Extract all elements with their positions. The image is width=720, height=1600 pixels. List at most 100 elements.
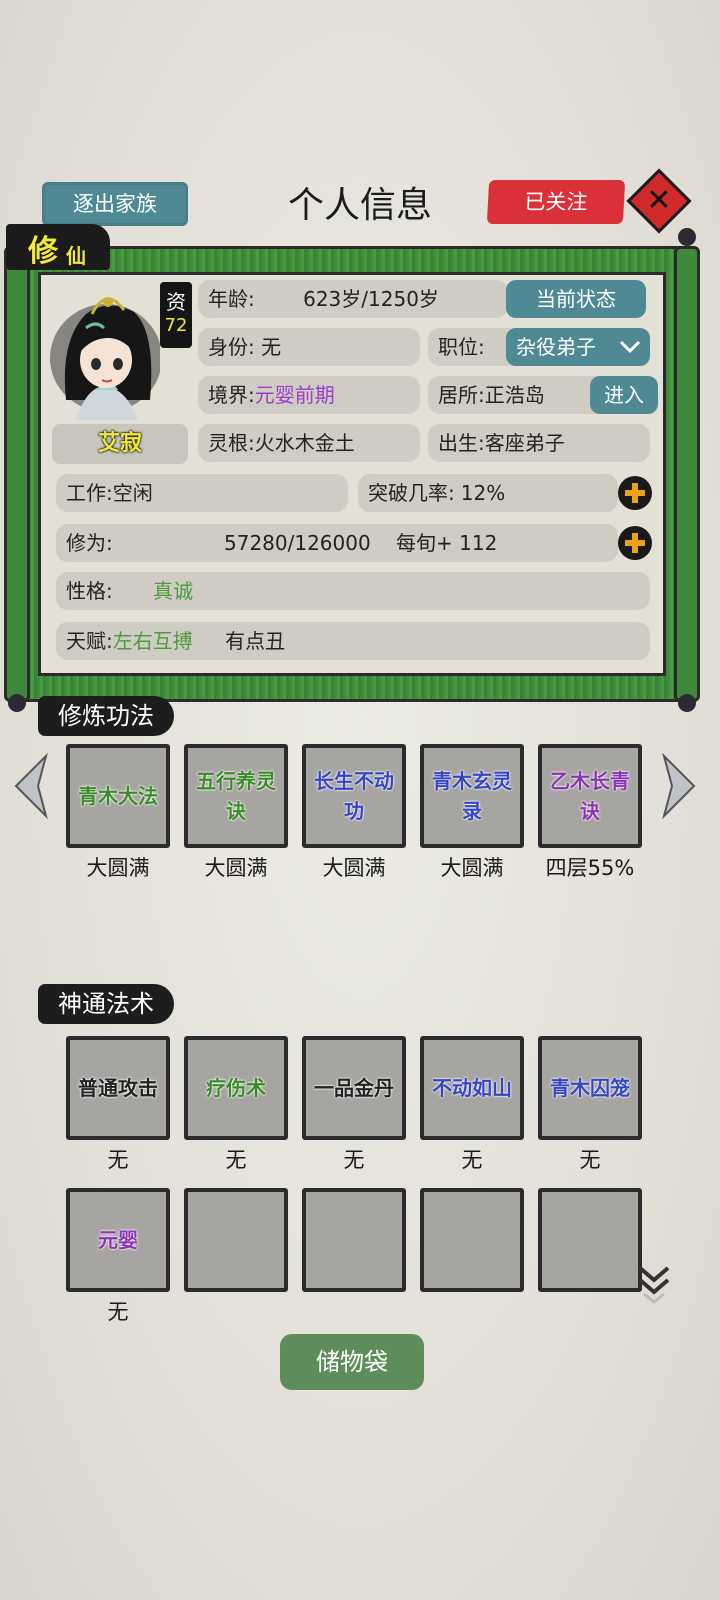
technique-name: 乙木长青诀 [550,769,630,823]
technique-status: 大圆满 [86,856,150,880]
storage-bag-button[interactable]: 储物袋 [280,1334,424,1390]
skill-slot[interactable] [538,1188,642,1292]
origin-label: 出生: [438,431,485,455]
realm-value: 元婴前期 [254,383,335,407]
technique-slot[interactable]: 五行养灵诀 [184,744,288,848]
chevron-down-icon [619,340,641,354]
breakthrough-value: 12% [460,481,506,505]
rod-knob [678,228,696,246]
rod-knob [678,694,696,712]
residence-label: 居所: [438,383,485,407]
identity-label: 身份: [208,335,255,359]
job-label: 工作: [66,481,113,505]
breakthrough-label: 突破几率: [368,481,455,505]
realm-row: 境界:元婴前期 [198,376,420,414]
chevron-right-icon[interactable] [660,752,700,820]
technique-name: 青木大法 [78,784,158,808]
techniques-title: 修炼功法 [38,696,174,736]
skill-name: 不动如山 [432,1076,512,1100]
skill-name: 青木囚笼 [550,1076,630,1100]
skill-status: 无 [107,1148,129,1172]
current-status-button[interactable]: 当前状态 [506,280,646,318]
job-value: 空闲 [112,481,153,505]
skill-slot[interactable]: 普通攻击 [66,1036,170,1140]
position-label: 职位: [438,335,485,359]
age-row: 年龄: 623岁/1250岁 [198,280,508,318]
skill-slot[interactable]: 不动如山 [420,1036,524,1140]
skill-slot[interactable]: 元婴 [66,1188,170,1292]
personality-row: 性格: 真诚 [56,572,650,610]
position-dropdown[interactable]: 杂役弟子 [506,328,650,366]
skill-status: 无 [461,1148,483,1172]
skills-title: 神通法术 [38,984,174,1024]
skill-slot[interactable]: 青木囚笼 [538,1036,642,1140]
breakthrough-row: 突破几率: 12% [358,474,618,512]
technique-status: 大圆满 [204,856,268,880]
skill-name: 元婴 [98,1228,138,1252]
skill-name: 一品金丹 [314,1076,394,1100]
skill-slot[interactable] [420,1188,524,1292]
technique-slot[interactable]: 青木玄灵录 [420,744,524,848]
cultivation-label: 修为: [66,531,113,555]
personality-value: 真诚 [153,579,194,603]
chevron-left-icon[interactable] [10,752,50,820]
spirit-root-row: 灵根:火水木金土 [198,424,420,462]
position-value: 杂役弟子 [516,335,596,359]
cultivation-row: 修为: 57280/126000 每旬+ 112 [56,524,618,562]
talent-2[interactable]: 有点丑 [225,629,285,653]
technique-slot[interactable]: 长生不动功 [302,744,406,848]
technique-status: 大圆满 [322,856,386,880]
skill-status: 无 [579,1148,601,1172]
follow-button[interactable]: 已关注 [486,180,626,224]
identity-row: 身份: 无 [198,328,420,366]
skill-slot[interactable] [184,1188,288,1292]
skill-status: 无 [107,1300,129,1324]
expand-more-icon[interactable] [636,1264,672,1304]
skill-name [188,1192,284,1288]
skill-status: 无 [225,1148,247,1172]
skill-name [306,1192,402,1288]
skill-status: 无 [343,1148,365,1172]
skill-slot[interactable]: 一品金丹 [302,1036,406,1140]
spirit-root-value: 火水木金土 [254,431,355,455]
aptitude-label: 资 [166,290,186,314]
skill-name [424,1192,520,1288]
cultivation-plus-icon[interactable] [618,526,652,560]
identity-value: 无 [261,335,282,359]
scroll-rod-left [4,246,30,702]
talent-row: 天赋:左右互搏 有点丑 [56,622,650,660]
technique-status: 大圆满 [440,856,504,880]
origin-value: 客座弟子 [484,431,565,455]
skill-name: 疗伤术 [206,1076,266,1100]
cultivation-tag-big: 修 [28,234,58,269]
enter-residence-button[interactable]: 进入 [590,376,658,414]
technique-slot[interactable]: 乙木长青诀 [538,744,642,848]
talent-1[interactable]: 左右互搏 [113,629,193,653]
breakthrough-plus-icon[interactable] [618,476,652,510]
cultivation-value: 57280/126000 [224,531,371,555]
age-label: 年龄: [208,287,255,311]
talent-label: 天赋: [66,629,113,653]
aptitude-badge: 资 72 [160,282,192,348]
aptitude-value: 72 [164,315,188,336]
residence-value: 正浩岛 [484,383,545,407]
close-button[interactable]: ✕ [626,168,692,234]
personality-label: 性格: [66,579,113,603]
expel-from-clan-button[interactable]: 逐出家族 [42,182,188,226]
technique-name: 长生不动功 [314,769,394,823]
cultivation-tag [6,224,110,270]
origin-row: 出生:客座弟子 [428,424,650,462]
realm-label: 境界: [208,383,255,407]
cultivation-rate: 每旬+ 112 [396,531,498,555]
technique-slot[interactable]: 青木大法 [66,744,170,848]
skill-slot[interactable] [302,1188,406,1292]
character-avatar[interactable] [46,280,160,420]
spirit-root-label: 灵根: [208,431,255,455]
rod-knob [8,694,26,712]
scroll-rod-right [674,246,700,702]
age-value: 623岁/1250岁 [303,287,439,311]
character-name[interactable]: 艾寂 [52,424,188,464]
skill-name: 普通攻击 [78,1076,158,1100]
close-icon: ✕ [646,183,672,218]
skill-slot[interactable]: 疗伤术 [184,1036,288,1140]
